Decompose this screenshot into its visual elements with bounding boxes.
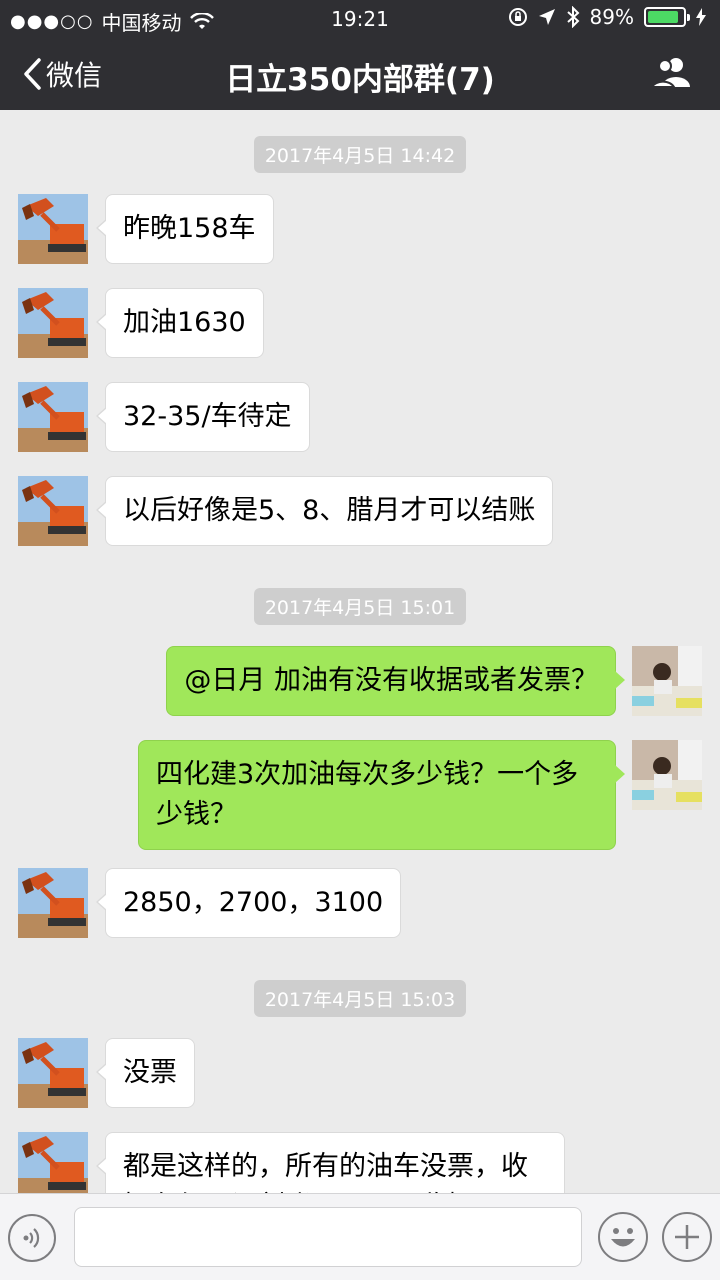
excavator-avatar-image [18,194,88,264]
group-info-button[interactable] [650,56,692,92]
more-options-button[interactable] [662,1212,712,1262]
timestamp: 2017年4月5日 15:03 [0,980,720,1017]
bluetooth-icon [566,6,579,28]
status-right: 89% [508,5,706,29]
chat-message-list[interactable]: 2017年4月5日 14:42 昨晚158车 加油1630 32-35/车待定 [0,110,720,1193]
group-members-icon [650,58,690,88]
avatar-excavator[interactable] [18,1038,88,1108]
outgoing-message-bubble[interactable]: @日月 加油有没有收据或者发票？ [166,646,625,716]
avatar-self[interactable] [632,740,702,810]
plus-icon [675,1225,699,1249]
avatar-excavator[interactable] [18,382,88,452]
avatar-excavator[interactable] [18,288,88,358]
excavator-avatar-image [18,868,88,938]
incoming-message-bubble[interactable]: 昨晚158车 [96,194,274,264]
timestamp-label: 2017年4月5日 15:01 [253,588,467,625]
incoming-message-bubble[interactable]: 2850，2700，3100 [95,868,402,938]
navigation-bar: 微信 日立350内部群(7) [0,36,720,110]
excavator-avatar-image [18,1038,88,1108]
avatar-excavator[interactable] [18,194,88,264]
excavator-avatar-image [18,288,88,358]
timestamp: 2017年4月5日 14:42 [0,136,720,173]
chat-title: 日立350内部群(7) [225,62,495,98]
voice-icon [23,1228,40,1248]
excavator-avatar-image [18,382,88,452]
battery-percent: 89% [589,5,634,29]
excavator-avatar-image [18,476,88,546]
smiley-icon [611,1228,635,1247]
message-input-bar [0,1193,720,1280]
incoming-message-bubble[interactable]: 没票 [96,1038,195,1108]
child-avatar-image [632,646,702,716]
battery-icon [644,7,690,27]
message-text-input[interactable] [74,1207,582,1267]
status-bar: ●●●○○ 中国移动 19:21 89% [0,0,720,36]
outgoing-message-bubble[interactable]: 四化建3次加油每次多少钱？一个多少钱？ [138,740,625,850]
incoming-message-bubble[interactable]: 加油1630 [96,288,264,358]
avatar-excavator[interactable] [18,868,88,938]
excavator-avatar-image [18,1132,88,1193]
top-bar: ●●●○○ 中国移动 19:21 89% 微信 日立350内部群(7) [0,0,720,110]
timestamp-label: 2017年4月5日 14:42 [253,136,467,173]
emoji-button[interactable] [598,1212,648,1262]
charging-icon [696,8,706,26]
incoming-message-bubble[interactable]: 都是这样的，所有的油车没票，收据有但要记刻账，可以要收据是 [96,1132,565,1193]
location-icon [538,9,555,25]
timestamp-label: 2017年4月5日 15:03 [253,980,467,1017]
child-avatar-image [632,740,702,810]
timestamp: 2017年4月5日 15:01 [0,588,720,625]
avatar-excavator[interactable] [18,1132,88,1193]
voice-input-button[interactable] [8,1214,56,1262]
incoming-message-bubble[interactable]: 32-35/车待定 [96,382,310,452]
orientation-lock-icon [508,8,527,26]
incoming-message-bubble[interactable]: 以后好像是5、8、腊月才可以结账 [95,476,554,546]
battery-fill [648,11,679,23]
avatar-self[interactable] [632,646,702,716]
avatar-excavator[interactable] [18,476,88,546]
